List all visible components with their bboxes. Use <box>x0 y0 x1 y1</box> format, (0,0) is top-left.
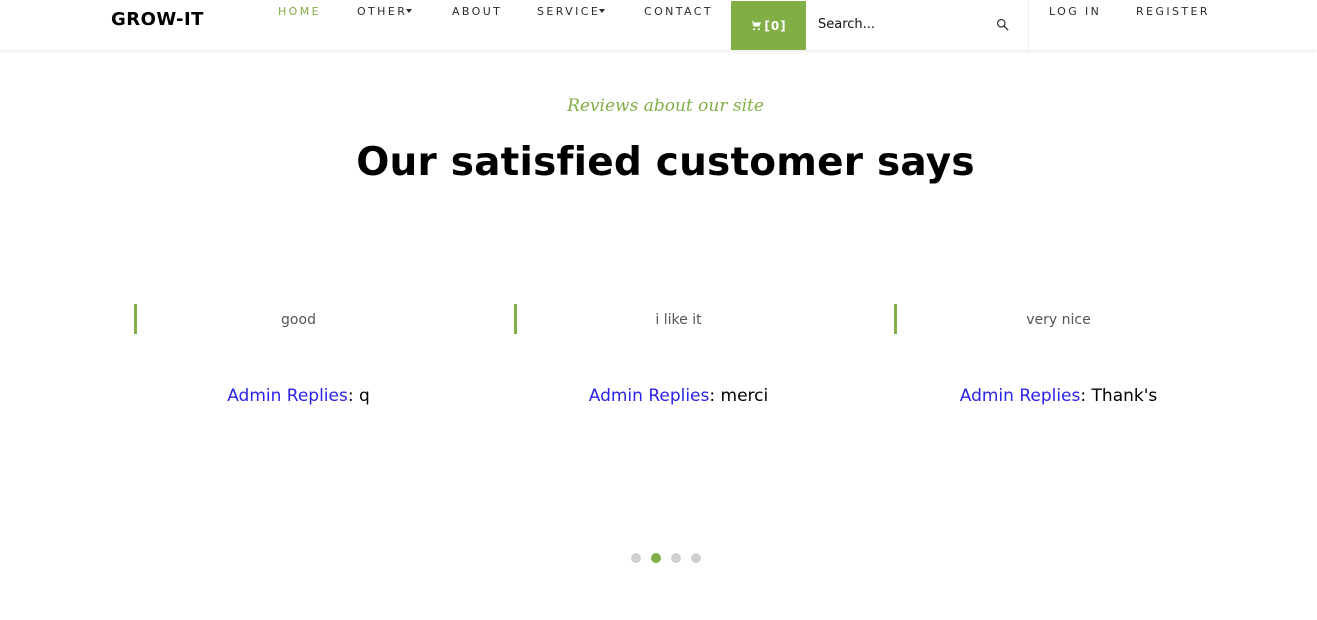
section-heading: Our satisfied customer says <box>356 140 975 185</box>
nav-home[interactable]: HOME <box>278 5 321 18</box>
carousel-dot[interactable] <box>691 553 701 563</box>
section-subheading: Reviews about our site <box>567 96 764 116</box>
search-input[interactable] <box>818 15 988 33</box>
nav-register[interactable]: REGISTER <box>1136 5 1210 18</box>
nav-service-label: SERVICE <box>537 5 601 18</box>
nav-about[interactable]: ABOUT <box>452 5 502 18</box>
carousel-dot[interactable] <box>631 553 641 563</box>
carousel-dot[interactable] <box>651 553 661 563</box>
review-card: very nice Admin Replies: Thank's <box>894 304 1274 414</box>
navbar: GROW-IT HOME OTHER ABOUT SERVICE CONTACT… <box>0 0 1317 50</box>
carousel-dot[interactable] <box>671 553 681 563</box>
admin-reply-text: Thank's <box>1091 386 1158 406</box>
nav-login[interactable]: LOG IN <box>1049 5 1101 18</box>
review-text: i like it <box>655 312 702 328</box>
review-card: i like it Admin Replies: merci <box>514 304 894 414</box>
admin-reply: Admin Replies: Thank's <box>959 386 1158 406</box>
admin-reply: Admin Replies: q <box>227 386 370 406</box>
cart-icon <box>750 20 762 31</box>
review-card: good Admin Replies: q <box>134 304 514 414</box>
search-icon[interactable] <box>996 18 1009 31</box>
admin-replies-label: Admin Replies <box>227 386 348 406</box>
nav-contact[interactable]: CONTACT <box>644 5 713 18</box>
review-text: good <box>281 312 316 328</box>
admin-replies-label: Admin Replies <box>588 386 710 406</box>
admin-reply-text: merci <box>720 386 769 406</box>
carousel-dots <box>631 553 701 563</box>
cart-button[interactable]: [0] <box>731 1 806 50</box>
search-box <box>807 0 1029 50</box>
admin-replies-label: Admin Replies <box>959 386 1081 406</box>
nav-service[interactable]: SERVICE <box>537 5 606 18</box>
nav-other-label: OTHER <box>357 5 408 18</box>
chevron-down-icon <box>599 9 606 13</box>
admin-reply: Admin Replies: merci <box>588 386 769 406</box>
nav-other[interactable]: OTHER <box>357 5 413 18</box>
admin-reply-text: q <box>359 386 370 406</box>
chevron-down-icon <box>406 9 413 13</box>
brand-logo[interactable]: GROW-IT <box>111 9 204 30</box>
review-text: very nice <box>1026 312 1091 328</box>
cart-count: [0] <box>764 18 787 33</box>
